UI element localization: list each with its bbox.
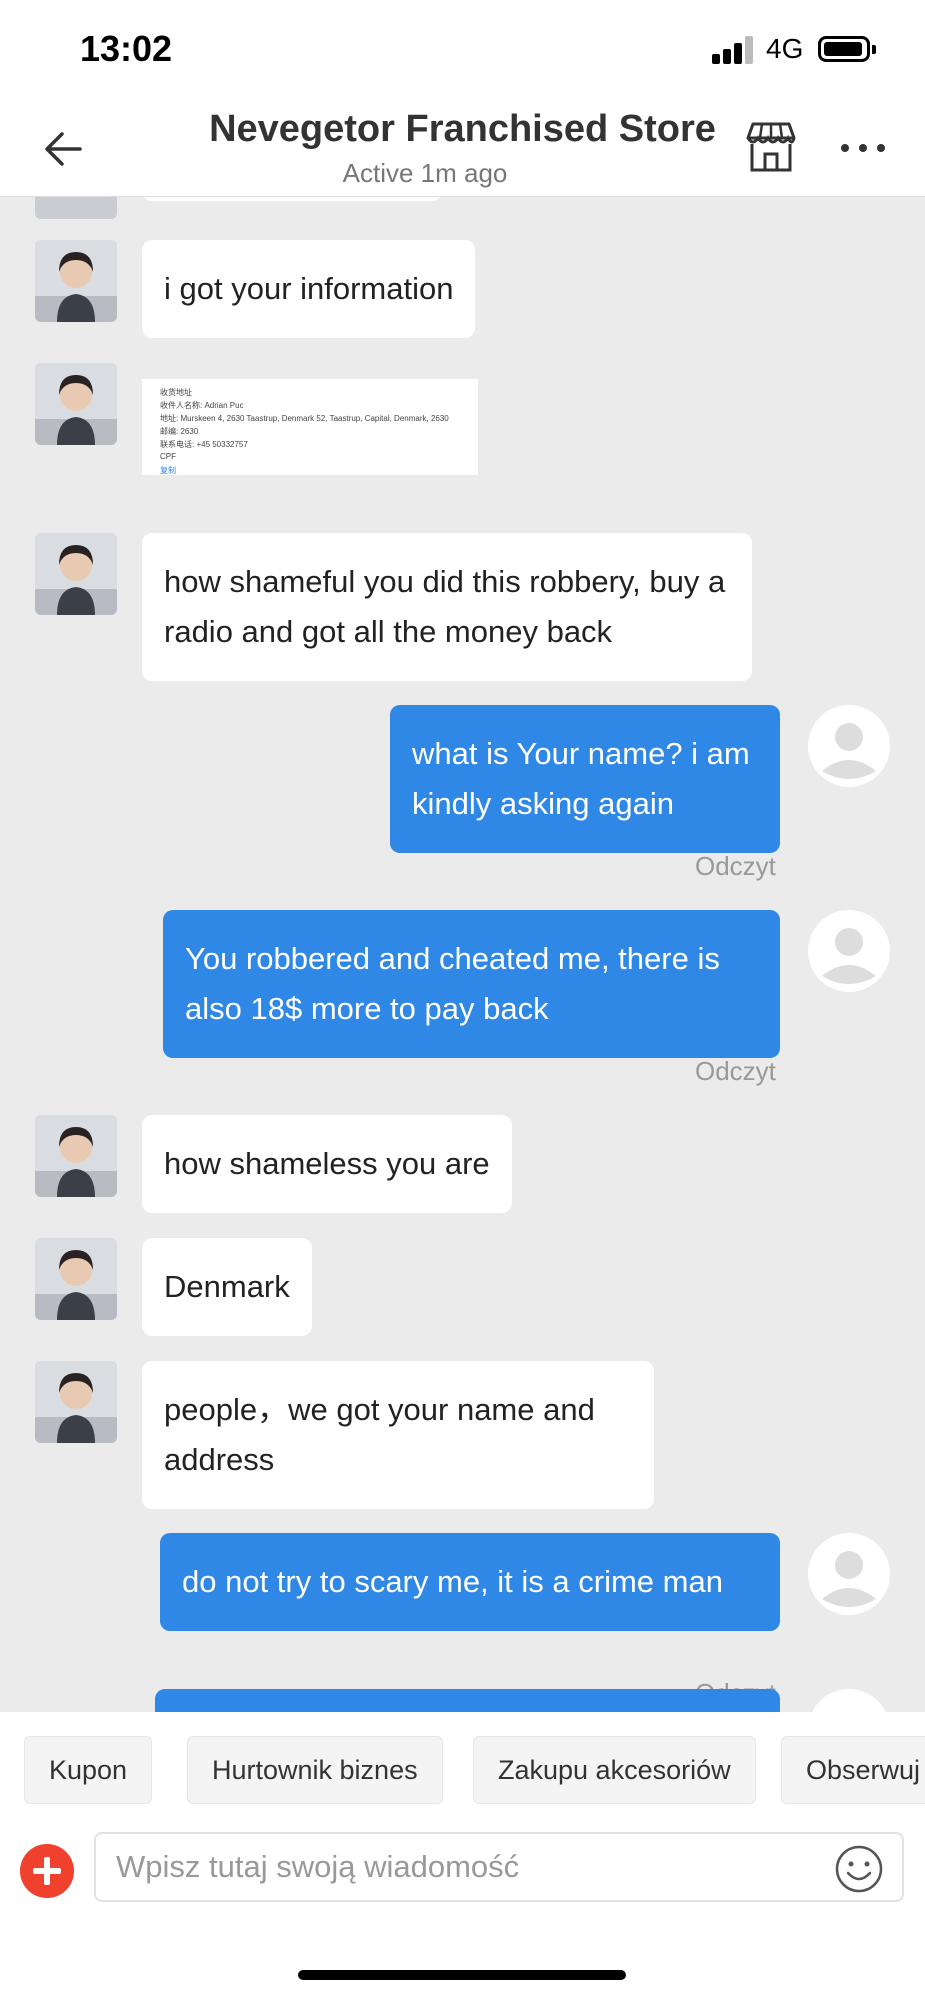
- store-icon[interactable]: [742, 118, 800, 176]
- message-text: You robbered and cheated me, there is al…: [185, 941, 720, 1026]
- message-bubble-partial: [155, 1689, 780, 1712]
- read-receipt: Odczyt: [695, 1056, 776, 1086]
- address-screenshot-image[interactable]: 收货地址 收件人名称: Adrian Puc 地址: Murskeen 4, 2…: [142, 379, 478, 475]
- message-bubble-incoming[interactable]: how shameless you are: [142, 1115, 512, 1213]
- status-time: 13:02: [80, 28, 173, 69]
- store-avatar[interactable]: [35, 363, 117, 445]
- message-bubble-incoming[interactable]: people，we got your name and address: [142, 1361, 654, 1509]
- active-status: Active 1m ago: [342, 158, 508, 188]
- read-receipt: Odczyt: [695, 851, 776, 881]
- quick-reply-bar: Kupon Hurtownik biznes Zakupu akcesoriów…: [0, 1712, 925, 1830]
- status-bar: 13:02 4G: [0, 0, 925, 100]
- network-type: 4G: [766, 33, 804, 64]
- store-avatar[interactable]: [35, 1361, 117, 1443]
- quick-reply-chip[interactable]: Hurtownik biznes: [187, 1736, 443, 1804]
- plus-icon[interactable]: [20, 1844, 74, 1898]
- message-bubble-incoming[interactable]: Denmark: [142, 1238, 312, 1336]
- message-composer: [0, 1830, 925, 1920]
- home-indicator[interactable]: [298, 1970, 626, 1980]
- store-avatar[interactable]: [35, 533, 117, 615]
- chat-area[interactable]: i got your information 收货地址 收件人名称: Adria…: [0, 197, 925, 1712]
- message-text: i got your information: [164, 271, 454, 306]
- user-avatar[interactable]: [808, 1533, 890, 1615]
- message-text: how shameless you are: [164, 1146, 490, 1181]
- message-input[interactable]: [94, 1832, 904, 1902]
- store-avatar[interactable]: [35, 240, 117, 322]
- image-text-line: 收件人名称: Adrian Puc: [160, 401, 244, 410]
- image-text-line: 地址: Murskeen 4, 2630 Taastrup, Denmark 5…: [160, 414, 449, 423]
- signal-icon: [712, 36, 756, 64]
- image-text-line: 邮编: 2630: [160, 427, 199, 436]
- more-icon[interactable]: [838, 140, 888, 156]
- image-text-line: 复制: [160, 466, 176, 475]
- store-avatar[interactable]: [35, 1238, 117, 1320]
- user-avatar[interactable]: [808, 1689, 890, 1712]
- quick-reply-chip[interactable]: Obserwuj: [781, 1736, 925, 1804]
- chat-header: Nevegetor Franchised Store Active 1m ago: [0, 100, 925, 197]
- quick-reply-chip[interactable]: Kupon: [24, 1736, 153, 1804]
- message-text: people，we got your name and address: [164, 1392, 595, 1477]
- battery-icon: [818, 36, 876, 62]
- message-bubble-incoming[interactable]: i got your information: [142, 240, 476, 338]
- message-bubble-outgoing[interactable]: You robbered and cheated me, there is al…: [163, 910, 780, 1058]
- message-bubble-partial: [142, 197, 442, 201]
- image-text-line: 收货地址: [160, 388, 192, 397]
- message-text: Denmark: [164, 1269, 290, 1304]
- message-text: how shameful you did this robbery, buy a…: [164, 564, 726, 649]
- emoji-icon[interactable]: [834, 1844, 884, 1894]
- image-text-line: CPF: [160, 452, 176, 461]
- message-bubble-outgoing[interactable]: what is Your name? i am kindly asking ag…: [390, 705, 780, 853]
- user-avatar[interactable]: [808, 910, 890, 992]
- store-avatar[interactable]: [35, 197, 117, 219]
- message-bubble-incoming[interactable]: how shameful you did this robbery, buy a…: [142, 533, 752, 681]
- message-text: what is Your name? i am kindly asking ag…: [412, 736, 750, 821]
- image-text-line: 联系电话: +45 50332757: [160, 440, 248, 449]
- quick-reply-chip[interactable]: Zakupu akcesoriów: [473, 1736, 756, 1804]
- user-avatar[interactable]: [808, 705, 890, 787]
- message-text: do not try to scary me, it is a crime ma…: [182, 1564, 723, 1599]
- store-avatar[interactable]: [35, 1115, 117, 1197]
- message-bubble-outgoing[interactable]: do not try to scary me, it is a crime ma…: [160, 1533, 780, 1631]
